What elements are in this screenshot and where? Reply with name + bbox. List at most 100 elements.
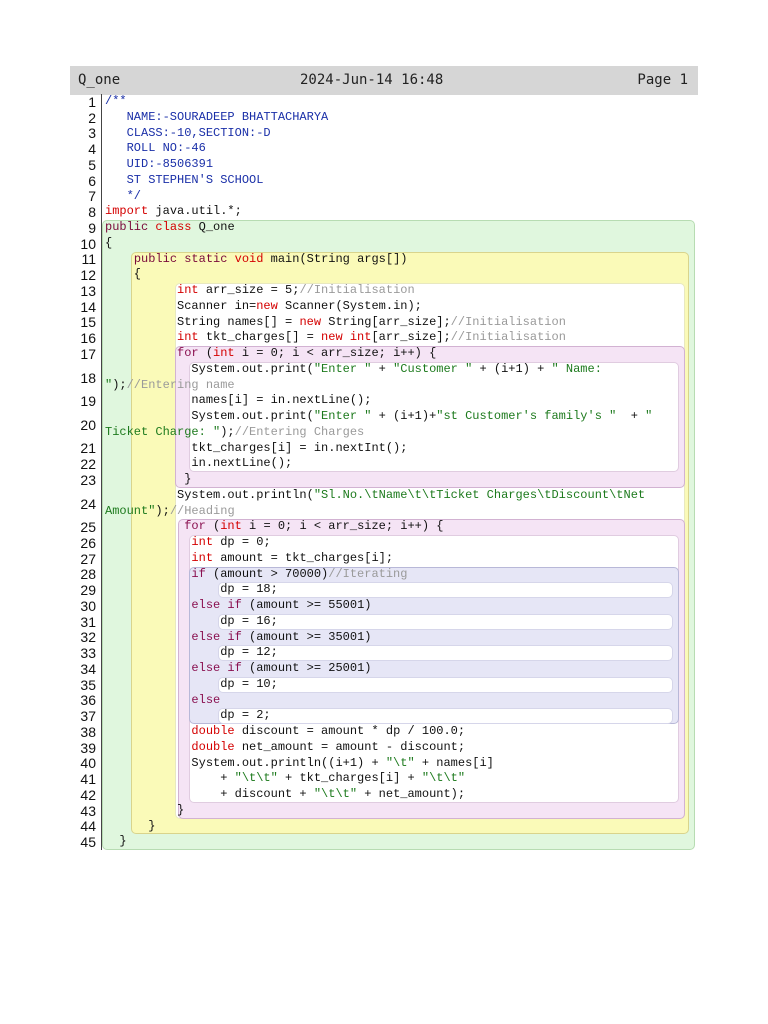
code-token: tkt_charges[] =: [198, 330, 322, 345]
code-token: double: [191, 739, 235, 754]
code-token: ROLL NO:-46: [105, 141, 206, 156]
code-token: new: [256, 298, 278, 313]
code-token: tkt_charges[i] = in.nextInt();: [105, 440, 408, 455]
code-token: + net_amount);: [357, 787, 466, 801]
code-line: int dp = 0;: [105, 535, 271, 551]
line-number: 29: [80, 582, 96, 599]
code-token: );: [112, 377, 127, 392]
code-line: else if (amount >= 25001): [105, 661, 371, 677]
code-token: );: [220, 424, 235, 439]
code-line: for (int i = 0; i < arr_size; i++) {: [105, 519, 443, 535]
code-line: for (int i = 0; i < arr_size; i++) {: [105, 346, 436, 362]
code-line: import java.util.*;: [105, 204, 242, 220]
code-token: i = 0; i < arr_size; i++) {: [241, 519, 444, 534]
code-token: CLASS:-10,SECTION:-D: [105, 125, 271, 140]
code-line: {: [105, 236, 112, 252]
code-token: "st Customer's family's ": [436, 409, 617, 423]
code-line: public static void main(String args[]): [105, 251, 408, 268]
code-line: }: [105, 803, 184, 819]
file-title: Q_one: [78, 72, 121, 88]
code-token: int: [191, 550, 214, 565]
line-number: 31: [80, 613, 96, 630]
line-number: 2: [88, 109, 96, 126]
code-line: dp = 12;: [105, 645, 278, 661]
line-number: 14: [80, 298, 96, 315]
code-token: if: [191, 566, 206, 581]
code-token: public static: [133, 251, 228, 266]
code-line: System.out.print("Enter " + (i+1)+"st Cu…: [105, 409, 652, 425]
line-number: 45: [80, 834, 96, 851]
if-branch-body: [218, 708, 673, 724]
line-number: 7: [88, 188, 96, 205]
code-line: Ticket Charge: ");//Entering Charges: [105, 425, 364, 441]
code-line: dp = 16;: [105, 614, 278, 630]
code-line: ROLL NO:-46: [105, 141, 206, 157]
code-line: }: [105, 819, 155, 835]
code-token: int: [220, 519, 242, 534]
code-token: dp = 16;: [105, 613, 278, 628]
code-token: }: [105, 834, 127, 849]
line-number: 19: [80, 393, 96, 410]
code-line: ");//Entering name: [105, 378, 235, 394]
code-line: else: [105, 693, 220, 709]
code-line: Amount");//Heading: [105, 504, 235, 520]
code-line: System.out.println("Sl.No.\tName\t\tTick…: [105, 488, 645, 504]
code-line: System.out.print("Enter " + "Customer " …: [105, 362, 602, 378]
code-token: int: [213, 346, 235, 360]
code-token: Scanner in=: [105, 298, 257, 313]
code-token: NAME:-SOURADEEP BHATTACHARYA: [105, 109, 329, 124]
line-number: 17: [80, 345, 96, 362]
code-token: double: [191, 724, 235, 738]
code-token: "Sl.No.\tName\t\tTicket Charges\tDiscoun…: [313, 487, 646, 502]
code-token: dp = 0;: [213, 535, 271, 549]
line-number: 33: [80, 645, 96, 662]
code-line: dp = 10;: [105, 677, 278, 693]
code-line: tkt_charges[i] = in.nextInt();: [105, 441, 407, 457]
code-token: for: [177, 346, 199, 360]
code-token: "\t\t": [421, 771, 466, 786]
line-number: 41: [80, 771, 96, 788]
line-number: 12: [80, 267, 96, 284]
code-line: int arr_size = 5;//Initialisation: [105, 283, 415, 299]
code-token: "Enter ": [313, 361, 372, 376]
code-line: dp = 2;: [105, 708, 270, 724]
code-token: }: [105, 818, 156, 833]
if-branch-body: [218, 676, 673, 693]
line-number: 40: [80, 755, 96, 772]
code-token: amount = tkt_charges[i];: [213, 550, 394, 565]
if-branch-body: [218, 582, 673, 598]
code-token: //Entering Charges: [234, 424, 365, 439]
code-line: }: [105, 472, 191, 488]
code-token: Ticket Charge: ": [105, 424, 221, 439]
line-number: 6: [88, 172, 96, 189]
code-token: else: [191, 692, 221, 707]
line-number: 21: [80, 440, 96, 457]
line-number: 1: [88, 93, 96, 110]
code-token: public: [105, 220, 149, 234]
code-token: (amount > 70000): [205, 566, 329, 581]
line-number: 15: [80, 314, 96, 331]
code-token: String[arr_size];: [321, 314, 451, 329]
code-token: discount = amount * dp / 100.0;: [234, 724, 466, 738]
code-token: //Iterating: [328, 566, 408, 581]
code-token: ST STEPHEN'S SCHOOL: [105, 172, 264, 187]
line-number: 16: [80, 330, 96, 347]
line-number: 38: [80, 723, 96, 740]
line-number: 13: [80, 282, 96, 299]
code-token: net_amount = amount - discount;: [234, 739, 466, 754]
code-token: int: [191, 535, 214, 549]
code-line: + discount + "\t\t" + net_amount);: [105, 787, 465, 803]
line-number: 23: [80, 471, 96, 488]
print-datetime: 2024-Jun-14 16:48: [300, 72, 444, 88]
line-number: 18: [80, 369, 96, 386]
code-line: String names[] = new String[arr_size];//…: [105, 315, 566, 331]
line-number: 44: [80, 818, 96, 835]
line-number: 22: [80, 456, 96, 473]
code-token: +: [105, 771, 235, 786]
code-token: Q_one: [191, 220, 235, 234]
